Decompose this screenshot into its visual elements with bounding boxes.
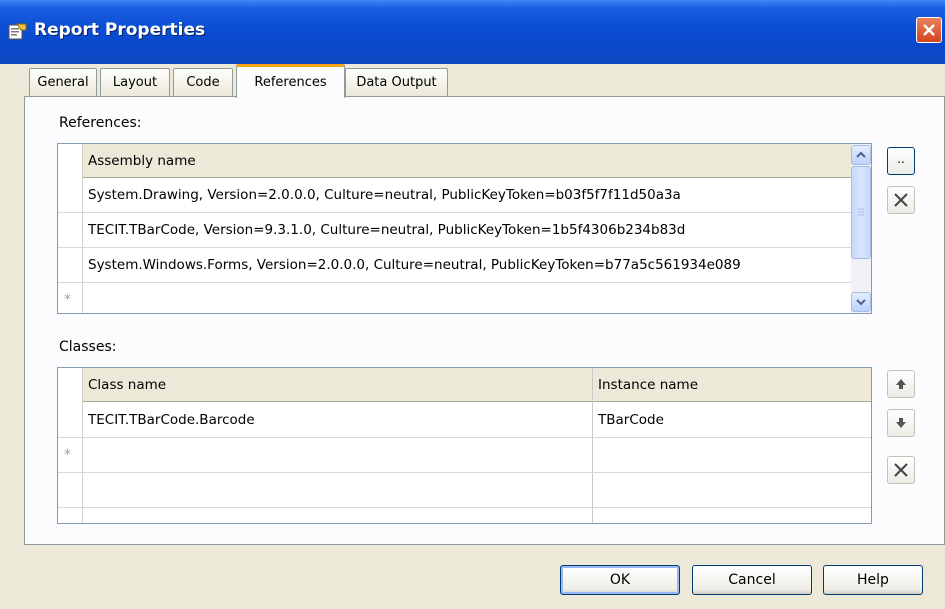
remove-reference-button[interactable] — [887, 186, 915, 214]
window-title: Report Properties — [34, 20, 206, 40]
cancel-button-label: Cancel — [728, 572, 776, 588]
class-name-cell[interactable]: TECIT.TBarCode.Barcode — [83, 403, 255, 437]
browse-button[interactable]: .. — [887, 147, 915, 175]
report-properties-icon — [8, 23, 27, 40]
tab-references[interactable]: References — [236, 64, 345, 98]
scroll-down-button[interactable] — [851, 292, 871, 312]
row-header-column — [58, 144, 83, 313]
close-button[interactable] — [916, 17, 942, 43]
tab-label: General — [37, 75, 89, 90]
help-button[interactable]: Help — [823, 565, 923, 595]
tab-label: Data Output — [356, 75, 437, 90]
move-up-button[interactable] — [887, 370, 915, 398]
chevron-up-icon — [856, 151, 866, 158]
references-label: References: — [59, 115, 142, 131]
row-header-column — [58, 368, 83, 523]
ok-button-label: OK — [609, 572, 631, 588]
new-row-marker: * — [64, 447, 71, 463]
table-row[interactable]: System.Windows.Forms, Version=2.0.0.0, C… — [83, 248, 741, 282]
browse-button-label: .. — [897, 152, 905, 166]
delete-x-icon — [894, 193, 908, 207]
class-name-header[interactable]: Class name — [83, 368, 166, 402]
instance-name-header[interactable]: Instance name — [593, 368, 698, 402]
tab-code[interactable]: Code — [173, 68, 233, 96]
table-row[interactable]: TECIT.TBarCode, Version=9.3.1.0, Culture… — [83, 213, 685, 247]
table-row[interactable]: System.Drawing, Version=2.0.0.0, Culture… — [83, 178, 681, 212]
chevron-down-icon — [856, 299, 866, 306]
tab-label: References — [254, 75, 327, 90]
row-divider — [58, 437, 871, 438]
references-scrollbar[interactable] — [851, 144, 871, 313]
scroll-thumb[interactable] — [851, 166, 871, 259]
ok-button[interactable]: OK — [560, 565, 680, 595]
tab-data-output[interactable]: Data Output — [345, 68, 448, 96]
move-down-button[interactable] — [887, 409, 915, 437]
remove-class-button[interactable] — [887, 456, 915, 484]
delete-x-icon — [894, 463, 908, 477]
row-divider — [58, 472, 871, 473]
classes-grid[interactable]: Class name Instance name TECIT.TBarCode.… — [57, 367, 872, 524]
cancel-button[interactable]: Cancel — [692, 565, 812, 595]
tab-label: Code — [186, 75, 220, 90]
classes-grid-header — [58, 368, 871, 402]
row-divider — [58, 282, 851, 283]
row-divider — [58, 507, 871, 508]
new-row-marker: * — [64, 292, 71, 308]
assembly-name-header[interactable]: Assembly name — [83, 144, 196, 178]
close-icon — [923, 24, 935, 36]
tab-layout[interactable]: Layout — [100, 68, 170, 96]
tab-label: Layout — [112, 75, 158, 90]
help-button-label: Help — [857, 572, 889, 588]
grip-icon — [858, 208, 864, 216]
title-bar[interactable]: Report Properties — [0, 0, 945, 64]
classes-label: Classes: — [59, 339, 117, 355]
references-grid[interactable]: Assembly name System.Drawing, Version=2.… — [57, 143, 872, 314]
scroll-up-button[interactable] — [851, 145, 871, 165]
tab-general[interactable]: General — [29, 68, 97, 96]
instance-name-cell[interactable]: TBarCode — [593, 403, 664, 437]
arrow-down-icon — [896, 418, 906, 428]
arrow-up-icon — [896, 379, 906, 389]
